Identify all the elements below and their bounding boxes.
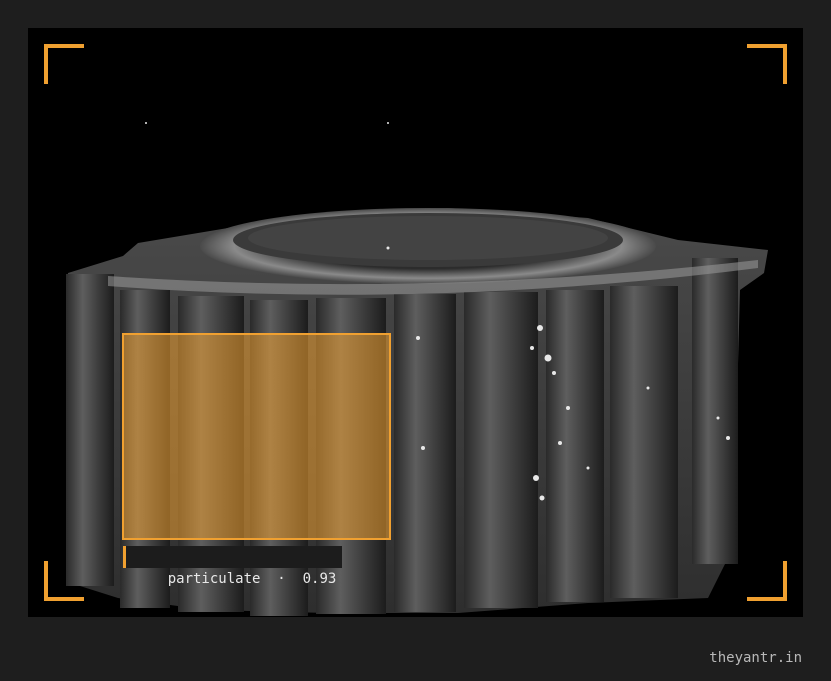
corner-bracket-top-right [747,44,787,84]
watermark: theyantr.in [709,650,802,666]
corner-bracket-bottom-right [747,561,787,601]
image-viewport: particulate · 0.93 [28,28,803,617]
detection-bounding-box[interactable] [122,333,391,540]
corner-bracket-top-left [44,44,84,84]
detection-score: 0.93 [302,571,337,587]
detection-separator: · [277,571,286,587]
detection-class: particulate [167,571,261,587]
detection-label: particulate · 0.93 [123,546,343,587]
corner-bracket-bottom-left [44,561,84,601]
